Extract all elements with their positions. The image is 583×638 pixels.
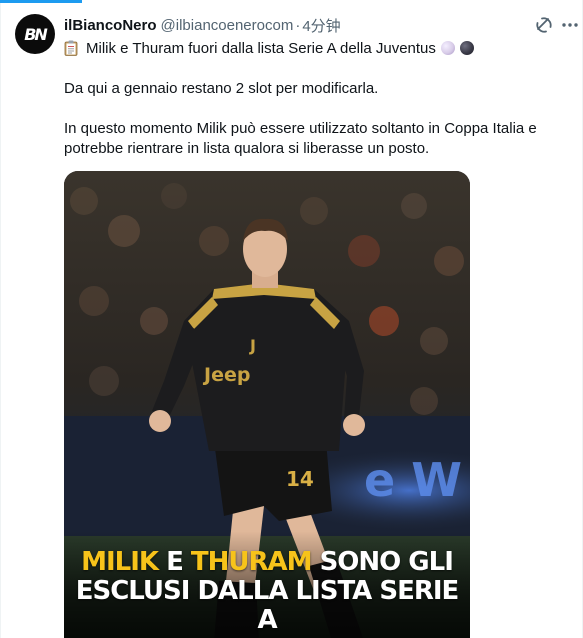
tweet-card[interactable]: BN ilBiancoNero @ilbiancoenerocom · 4分钟	[0, 0, 583, 638]
clipboard-icon	[64, 40, 78, 56]
avatar[interactable]: BN	[15, 14, 55, 54]
grok-icon[interactable]	[533, 14, 555, 36]
avatar-logo-text: BN	[24, 24, 48, 44]
header-separator: ·	[295, 16, 301, 34]
media-caption: MILIK E THURAM SONO GLI ESCLUSI DALLA LI…	[64, 548, 470, 635]
svg-text:J: J	[249, 336, 256, 355]
caption-line-1: MILIK E THURAM SONO GLI	[64, 548, 470, 577]
left-border	[0, 3, 1, 638]
more-icon[interactable]	[560, 14, 580, 36]
tweet-timestamp[interactable]: 4分钟	[302, 15, 340, 36]
caption-name-thuram: THURAM	[190, 547, 313, 577]
tweet-header: ilBiancoNero @ilbiancoenerocom · 4分钟	[64, 15, 341, 35]
tweet-paragraph-1: Da qui a gennaio restano 2 slot per modi…	[64, 80, 379, 97]
svg-text:e W: e W	[364, 453, 462, 507]
caption-name-milik: MILIK	[81, 547, 159, 577]
light-moon-icon	[440, 41, 455, 55]
tweet-title-line: Milik e Thuram fuori dalla lista Serie A…	[64, 38, 474, 58]
tweet-paragraph-2: In questo momento Milik può essere utili…	[64, 120, 537, 157]
caption-conjunction: E	[158, 547, 191, 577]
caption-line-2: ESCLUSI DALLA LISTA SERIE A	[75, 576, 460, 635]
dark-moon-icon	[459, 41, 474, 55]
tweet-media-image[interactable]: e W 14 Jeep J MILIK E THURAM SONO GLI ES…	[64, 171, 470, 638]
tab-indicator	[0, 0, 82, 3]
author-handle[interactable]: @ilbiancoenerocom	[161, 17, 294, 34]
tweet-title-text: Milik e Thuram fuori dalla lista Serie A…	[86, 39, 436, 57]
svg-text:14: 14	[286, 467, 314, 491]
caption-verb: SONO GLI	[311, 547, 454, 577]
author-display-name[interactable]: ilBiancoNero	[64, 17, 157, 34]
svg-text:Jeep: Jeep	[202, 364, 250, 386]
